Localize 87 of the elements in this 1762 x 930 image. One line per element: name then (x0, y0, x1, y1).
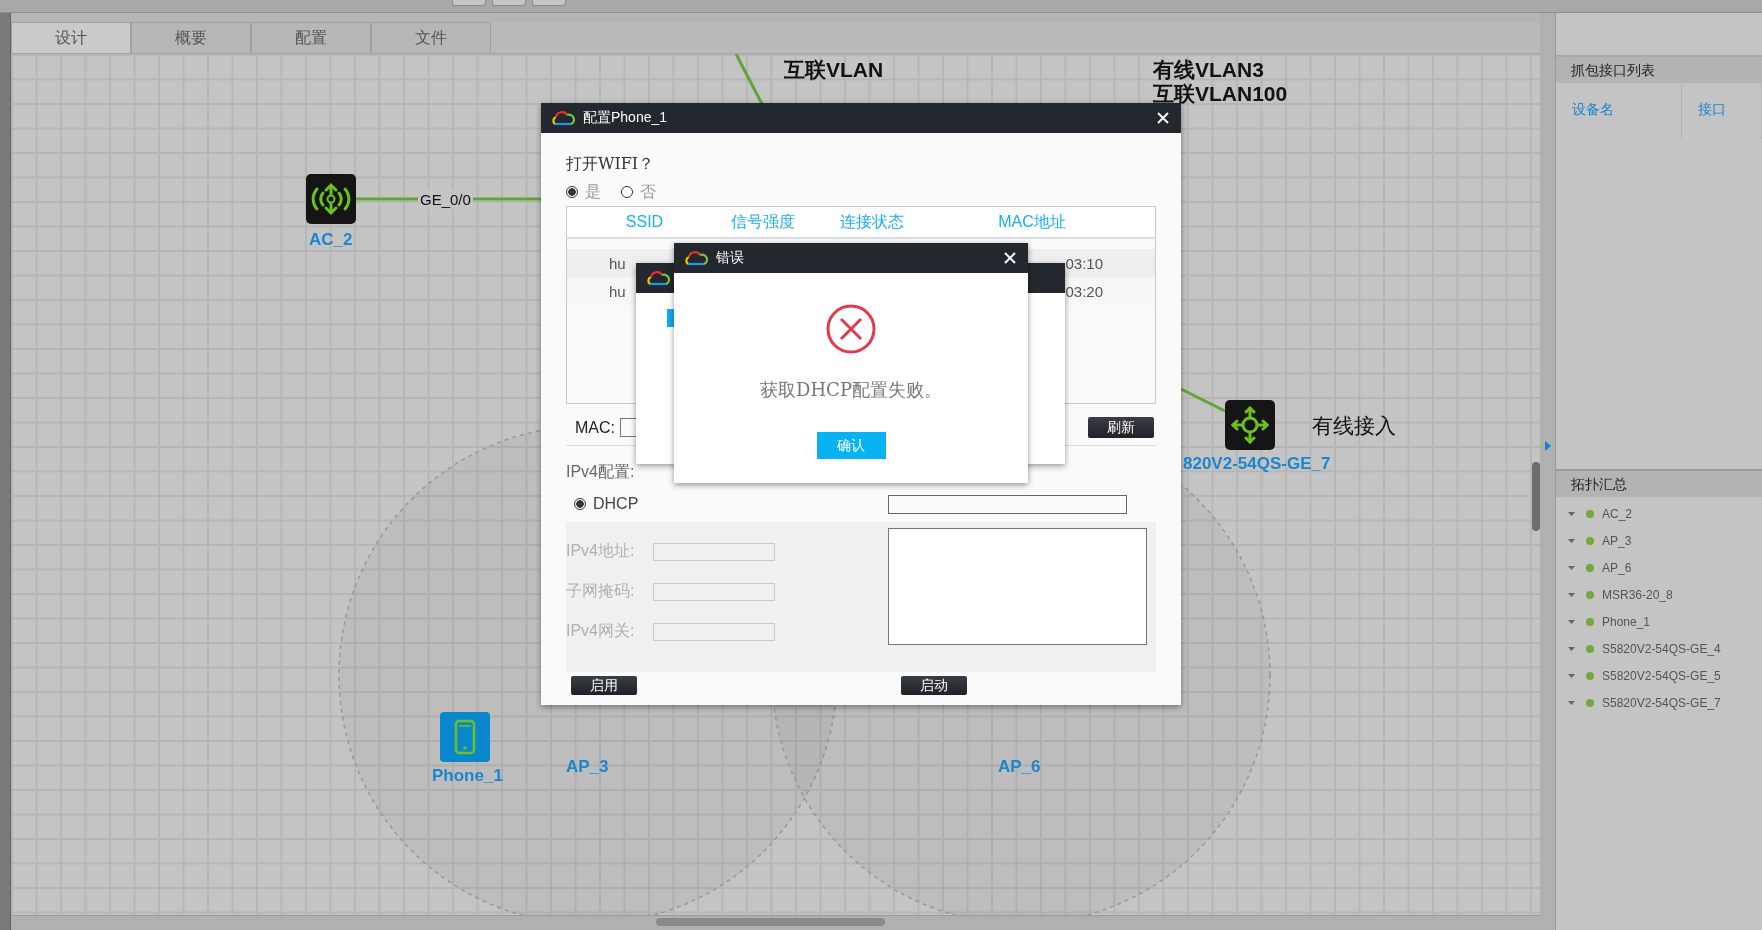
column-header: 连接状态 (838, 212, 905, 232)
tab[interactable]: 文件 (371, 22, 491, 53)
field-label: IPv4地址: (566, 541, 636, 561)
tree-item[interactable]: AC_2 (1556, 500, 1762, 527)
phone-icon[interactable] (440, 712, 490, 762)
table-cell: 03:10 (1065, 254, 1103, 272)
dialog-title: 错误 (716, 249, 745, 267)
device-label: AC_2 (309, 230, 353, 250)
close-button[interactable] (1155, 110, 1171, 126)
status-dot-icon (1586, 590, 1594, 599)
status-dot-icon (1586, 509, 1594, 518)
radio-option[interactable]: 是 (566, 182, 601, 202)
table-cell: hu (609, 282, 626, 300)
tree-item[interactable]: MSR36-20_8 (1556, 581, 1762, 608)
scrollbar-thumb[interactable] (656, 918, 885, 926)
input-field[interactable] (888, 494, 1127, 514)
scrollbar-thumb[interactable] (1532, 462, 1540, 531)
field-label: 子网掩码: (566, 581, 636, 601)
cloud-icon (551, 110, 575, 126)
radio-option[interactable]: 否 (621, 182, 656, 202)
canvas-note: 有线VLAN3 (1153, 57, 1264, 83)
device-label: AP_3 (566, 757, 609, 777)
field-label: MAC: (575, 418, 615, 437)
column-header: MAC地址 (997, 212, 1067, 232)
field-label: IPv4网关: (566, 621, 636, 641)
canvas-note: 互联VLAN (784, 57, 884, 83)
column-header[interactable]: 设备名 (1556, 83, 1682, 139)
radio-option[interactable]: DHCP (566, 495, 888, 513)
status-dot-icon (1586, 671, 1594, 680)
panel-header: 抓包接口列表 (1556, 55, 1762, 83)
text-area[interactable] (888, 528, 1147, 645)
cloud-icon (684, 250, 708, 266)
caret-icon (1568, 511, 1575, 516)
confirm-button[interactable]: 确认 (816, 432, 886, 459)
device-label: 820V2-54QS-GE_7 (1183, 454, 1331, 474)
toolbar-button[interactable] (532, 0, 566, 6)
wireless-controller-icon[interactable] (306, 174, 356, 224)
error-message: 获取DHCP配置失败。 (760, 378, 942, 402)
caret-icon (1568, 700, 1575, 705)
tree-item[interactable]: S5820V2-54QS-GE_4 (1556, 635, 1762, 662)
link-label: GE_0/0 (418, 190, 473, 209)
status-dot-icon (1586, 698, 1594, 707)
start-button[interactable]: 启动 (901, 676, 967, 695)
caret-icon (1568, 646, 1575, 651)
panel-header: 拓扑汇总 (1556, 469, 1762, 497)
status-dot-icon (1586, 536, 1594, 545)
dialog-title: 配置Phone_1 (583, 109, 669, 127)
caret-icon (1568, 673, 1575, 678)
error-icon (826, 304, 876, 354)
section-label: IPv4配置: (566, 462, 636, 482)
partial-button[interactable] (667, 309, 674, 327)
tree-item[interactable]: AP_3 (1556, 527, 1762, 554)
link-line (734, 54, 764, 105)
triangle-icon (1544, 441, 1551, 451)
caret-icon (1568, 565, 1575, 570)
column-header: 信号强度 (730, 212, 796, 232)
tree-item[interactable]: Phone_1 (1556, 608, 1762, 635)
tree-item[interactable]: S5820V2-54QS-GE_7 (1556, 689, 1762, 716)
status-dot-icon (1586, 644, 1594, 653)
caret-icon (1568, 592, 1575, 597)
tree-item[interactable]: AP_6 (1556, 554, 1762, 581)
tab[interactable]: 配置 (251, 22, 371, 53)
status-dot-icon (1586, 563, 1594, 572)
tab[interactable]: 概要 (131, 22, 251, 53)
cloud-icon (646, 270, 670, 286)
caret-icon (1568, 538, 1575, 543)
tree-item[interactable]: S5820V2-54QS-GE_5 (1556, 662, 1762, 689)
device-label: AP_6 (998, 757, 1041, 777)
status-dot-icon (1586, 617, 1594, 626)
column-header[interactable]: 接口 (1682, 83, 1762, 139)
table-cell: 03:20 (1065, 282, 1103, 300)
device-label: Phone_1 (432, 766, 503, 786)
switch-icon[interactable] (1225, 400, 1275, 450)
table-cell: hu (609, 254, 626, 272)
column-header: SSID (624, 212, 665, 232)
link-line (1180, 387, 1226, 413)
canvas-note: 互联VLAN100 (1153, 81, 1288, 107)
apply-button[interactable]: 启用 (571, 676, 637, 695)
caret-icon (1568, 619, 1575, 624)
toolbar-button[interactable] (492, 0, 526, 6)
toolbar-button[interactable] (452, 0, 486, 6)
tab[interactable]: 设计 (11, 22, 131, 53)
canvas-note: 有线接入 (1312, 413, 1396, 440)
panel-toggle[interactable] (1540, 13, 1556, 930)
question-label: 打开WIFI？ (566, 154, 656, 174)
close-button[interactable] (1002, 250, 1018, 266)
refresh-button[interactable]: 刷新 (1088, 417, 1154, 438)
